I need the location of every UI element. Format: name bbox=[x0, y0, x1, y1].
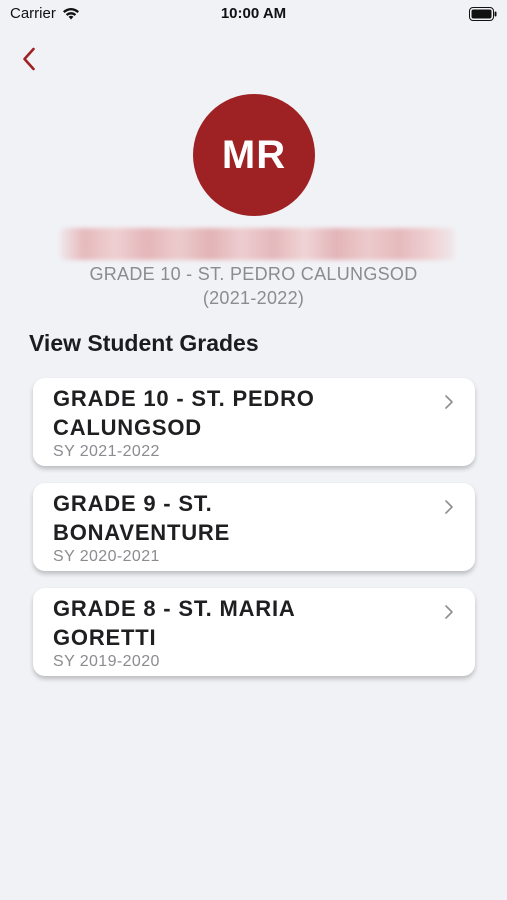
current-class-year: (2021-2022) bbox=[202, 288, 305, 308]
chevron-left-icon bbox=[23, 47, 35, 71]
chevron-right-icon bbox=[445, 500, 453, 514]
chevron-right-icon bbox=[445, 605, 453, 619]
status-time: 10:00 AM bbox=[220, 5, 287, 22]
chevron-right-icon bbox=[445, 395, 453, 409]
grade-card-title-line1: GRADE 9 - ST. bbox=[53, 491, 213, 516]
status-bar: Carrier 10:00 AM bbox=[0, 0, 507, 28]
grade-card-school-year: SY 2021-2022 bbox=[53, 443, 160, 460]
grade-card-grade-9[interactable]: GRADE 9 - ST. BONAVENTURE SY 2020-2021 bbox=[33, 483, 475, 571]
grade-card-title-line2: CALUNGSOD bbox=[53, 415, 202, 440]
grade-card-title-line1: GRADE 8 - ST. MARIA bbox=[53, 596, 296, 621]
grade-card-title-line2: GORETTI bbox=[53, 625, 157, 650]
grade-card-grade-10[interactable]: GRADE 10 - ST. PEDRO CALUNGSOD SY 2021-2… bbox=[33, 378, 475, 466]
section-title: View Student Grades bbox=[29, 330, 259, 356]
grade-card-title: GRADE 8 - ST. MARIA GORETTI bbox=[53, 594, 435, 652]
current-class-name: GRADE 10 - ST. PEDRO CALUNGSOD bbox=[89, 264, 418, 284]
avatar: MR bbox=[193, 94, 315, 216]
grade-card-school-year: SY 2019-2020 bbox=[53, 653, 160, 670]
grade-card-title: GRADE 10 - ST. PEDRO CALUNGSOD bbox=[53, 384, 435, 442]
current-class-label: GRADE 10 - ST. PEDRO CALUNGSOD (2021-202… bbox=[0, 262, 507, 310]
back-button[interactable] bbox=[14, 44, 44, 74]
grade-card-grade-8[interactable]: GRADE 8 - ST. MARIA GORETTI SY 2019-2020 bbox=[33, 588, 475, 676]
grade-list: GRADE 10 - ST. PEDRO CALUNGSOD SY 2021-2… bbox=[33, 378, 475, 693]
student-name-redacted bbox=[60, 228, 455, 260]
battery-icon bbox=[469, 7, 497, 21]
grade-card-title: GRADE 9 - ST. BONAVENTURE bbox=[53, 489, 435, 547]
grade-card-school-year: SY 2020-2021 bbox=[53, 548, 160, 565]
grade-card-title-line1: GRADE 10 - ST. PEDRO bbox=[53, 386, 315, 411]
grade-card-title-line2: BONAVENTURE bbox=[53, 520, 231, 545]
